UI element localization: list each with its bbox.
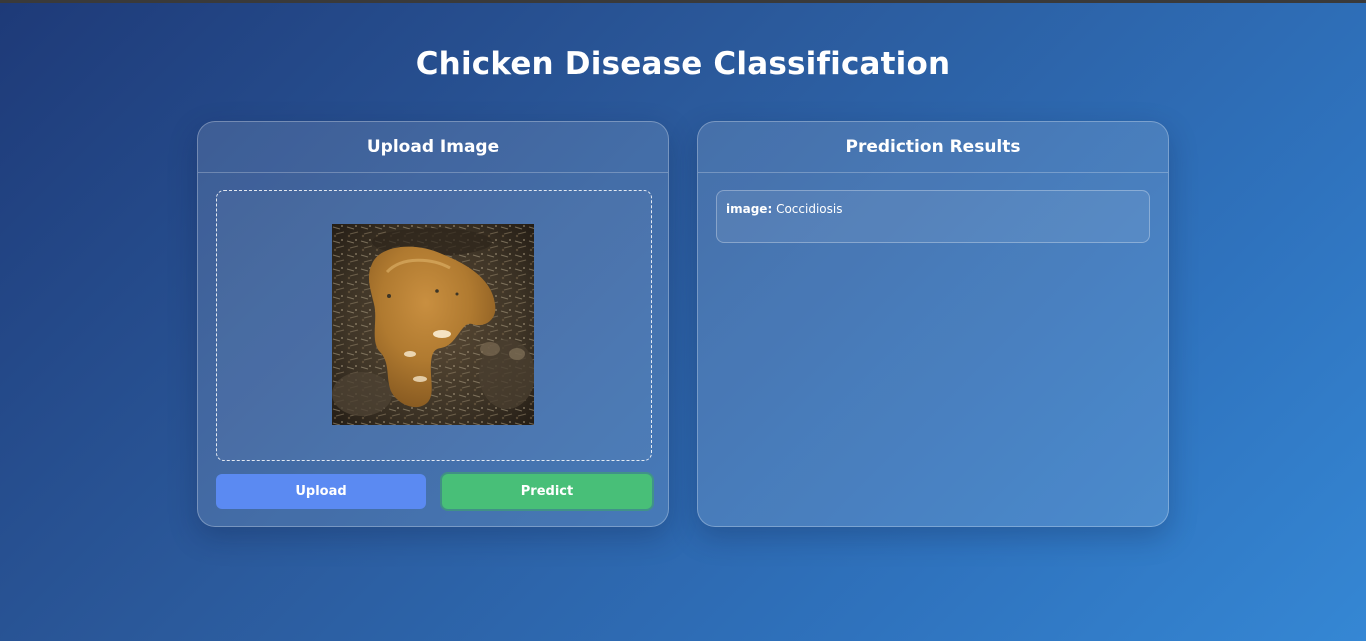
result-value: Coccidiosis [776, 202, 843, 216]
results-card-header: Prediction Results [698, 122, 1168, 173]
upload-card-header: Upload Image [198, 122, 668, 173]
result-key: image: [726, 202, 773, 216]
image-dropzone[interactable] [216, 190, 652, 461]
upload-card: Upload Image Upload Predict [197, 121, 669, 527]
upload-button[interactable]: Upload [216, 474, 426, 509]
browser-top-edge [0, 0, 1366, 3]
prediction-result-box: image: Coccidiosis [716, 190, 1150, 243]
results-card: Prediction Results image: Coccidiosis [697, 121, 1169, 527]
page-title: Chicken Disease Classification [415, 46, 951, 82]
predict-button[interactable]: Predict [442, 474, 652, 509]
uploaded-image-preview [332, 224, 534, 425]
